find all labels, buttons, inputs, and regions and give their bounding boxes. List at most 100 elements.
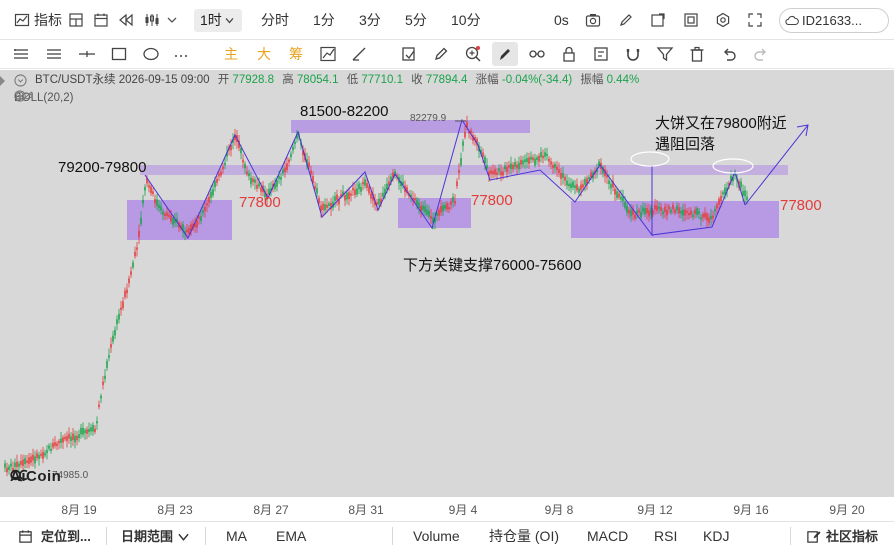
parallel-lines-icon[interactable]	[45, 45, 63, 63]
candle-body	[684, 209, 686, 216]
date-range-button[interactable]: 日期范围	[121, 528, 173, 545]
candle-body	[64, 436, 66, 440]
candle-body	[122, 301, 124, 308]
symbol-label[interactable]: BTC/USDT永续	[35, 74, 116, 86]
candle-body	[490, 170, 492, 174]
candle-body	[220, 171, 222, 176]
resistance-note-line1[interactable]: 大饼又在79800附近	[655, 115, 787, 133]
calendar-icon[interactable]	[93, 12, 109, 28]
zone-label-81500-82200[interactable]: 81500-82200	[300, 103, 388, 121]
candle-body	[280, 177, 282, 180]
community-indicators-button[interactable]: 社区指标	[826, 528, 878, 545]
magnet-icon[interactable]	[624, 45, 642, 63]
note-icon[interactable]	[592, 45, 610, 63]
timeframe-selector[interactable]: 1时	[194, 9, 242, 32]
chevron-down-icon[interactable]	[164, 12, 180, 28]
timeframe-1m[interactable]: 1分	[313, 0, 335, 40]
layout-icon[interactable]	[68, 12, 84, 28]
candle-body	[382, 192, 384, 197]
candle-body	[210, 191, 212, 198]
ruler-icon[interactable]	[350, 45, 368, 63]
link-icon[interactable]	[528, 45, 546, 63]
candle-body	[656, 205, 658, 211]
settings-icon[interactable]	[715, 12, 731, 28]
share-icon[interactable]	[650, 12, 666, 28]
indicator-button[interactable]: 指标	[34, 0, 62, 40]
indicator-kdj[interactable]: KDJ	[703, 528, 729, 545]
locate-to-button[interactable]: 定位到...	[41, 528, 91, 545]
indicator-ema[interactable]: EMA	[276, 528, 306, 545]
candle-body	[440, 206, 442, 213]
candle-body	[34, 456, 36, 464]
account-id-button[interactable]: ID21633...	[779, 8, 889, 33]
candle-body	[76, 435, 78, 441]
redo-icon[interactable]	[752, 45, 770, 63]
candle-body	[660, 206, 662, 211]
trash-icon[interactable]	[688, 45, 706, 63]
indicator-open-interest[interactable]: 持仓量 (OI)	[489, 528, 559, 545]
candle-body	[456, 181, 458, 187]
candle-body	[44, 452, 46, 456]
indicator-volume[interactable]: Volume	[413, 528, 460, 545]
lock-icon[interactable]	[560, 45, 578, 63]
candle-body	[78, 434, 80, 439]
timeframe-fenshi[interactable]: 分时	[261, 0, 289, 40]
support-label-a[interactable]: 77800	[239, 194, 281, 212]
locate-calendar-icon[interactable]	[18, 529, 33, 544]
horizontal-line-icon[interactable]	[78, 45, 96, 63]
community-edit-icon[interactable]	[806, 529, 821, 544]
candle-body	[588, 177, 590, 180]
candle-body	[700, 217, 702, 220]
camera-icon[interactable]	[585, 12, 601, 28]
ellipse-icon[interactable]	[142, 45, 160, 63]
candle-body	[344, 195, 346, 201]
candlestick-chart[interactable]: BTC/USDT永续 2026-09-15 09:00 开 77928.8 高 …	[0, 70, 894, 516]
candle-body	[112, 335, 114, 342]
support-label-b[interactable]: 77800	[471, 192, 513, 210]
candle-body	[42, 451, 44, 459]
chips-toggle[interactable]: 筹	[289, 45, 303, 63]
main-chart-toggle[interactable]: 主	[224, 45, 238, 63]
candle-body	[218, 173, 220, 177]
indicator-ma[interactable]: MA	[226, 528, 247, 545]
bookmark-icon[interactable]	[400, 45, 418, 63]
support-label-c[interactable]: 77800	[780, 197, 822, 215]
candle-body	[514, 162, 516, 167]
bottom-indicator-bar: 定位到... 日期范围 MA EMA Volume 持仓量 (OI) MACD …	[0, 521, 894, 549]
draw-tool-active-bg[interactable]	[492, 42, 518, 66]
rectangle-icon[interactable]	[110, 45, 128, 63]
filter-icon[interactable]	[656, 45, 674, 63]
timeframe-3m[interactable]: 3分	[359, 0, 381, 40]
pencil-icon[interactable]	[432, 45, 450, 63]
replay-icon[interactable]	[118, 12, 134, 28]
indicator-rsi[interactable]: RSI	[654, 528, 677, 545]
collapse-circle-icon[interactable]	[14, 74, 27, 87]
candle-body	[482, 152, 484, 157]
chart-canvas[interactable]	[0, 70, 894, 516]
undo-icon[interactable]	[720, 45, 738, 63]
chevron-down-icon[interactable]	[178, 532, 189, 542]
candle-body	[288, 159, 290, 163]
zone-label-79200-79800[interactable]: 79200-79800	[58, 159, 146, 177]
edit-icon[interactable]	[618, 12, 634, 28]
chart-indicator-icon[interactable]	[14, 12, 30, 28]
menu-list-icon[interactable]	[12, 45, 30, 63]
refresh-interval[interactable]: 0s	[554, 0, 569, 40]
more-icon[interactable]	[172, 45, 190, 63]
zoom-in-icon[interactable]	[464, 45, 482, 63]
candle-body	[444, 205, 446, 209]
left-panel-toggle-icon[interactable]	[0, 70, 6, 92]
resistance-note-line2[interactable]: 遇阻回落	[655, 136, 715, 154]
timeframe-5m[interactable]: 5分	[405, 0, 427, 40]
expand-icon[interactable]	[747, 12, 763, 28]
candle-style-icon[interactable]	[144, 12, 160, 28]
candle-body	[644, 208, 646, 214]
key-support-note[interactable]: 下方关键支撑76000-75600	[403, 257, 581, 275]
timeframe-10m[interactable]: 10分	[451, 0, 481, 40]
eye-hidden-icon[interactable]	[20, 90, 34, 102]
big-order-toggle[interactable]: 大	[257, 45, 271, 63]
chart-compare-icon[interactable]	[319, 45, 337, 63]
candle-body	[572, 181, 574, 188]
indicator-macd[interactable]: MACD	[587, 528, 628, 545]
fullscreen-window-icon[interactable]	[683, 12, 699, 28]
